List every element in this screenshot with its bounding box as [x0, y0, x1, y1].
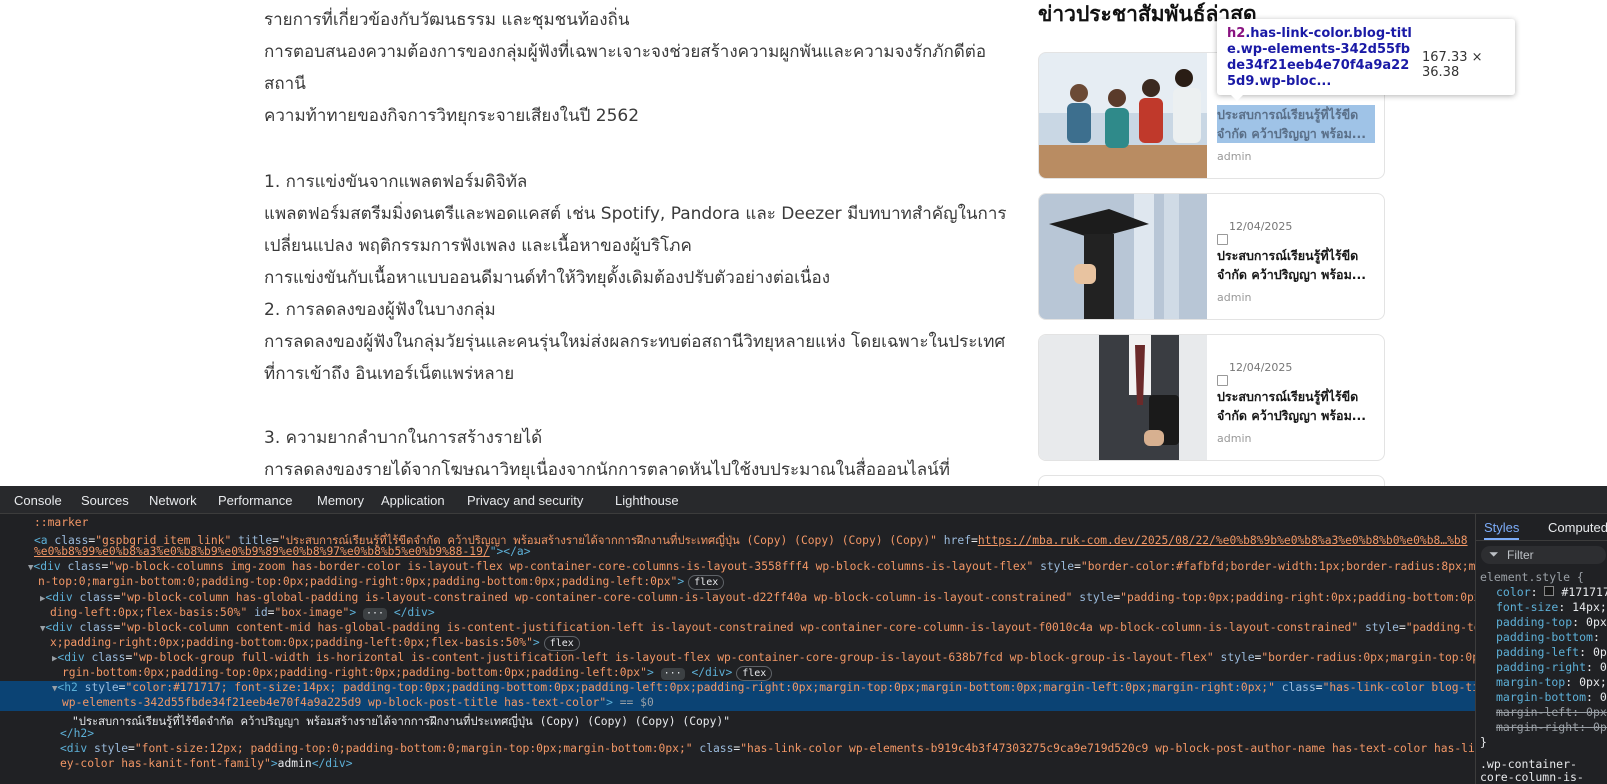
article-line: ความท้าทายของกิจการวิทยุกระจายเสียงในปี … [264, 106, 640, 126]
tree-row[interactable]: ▼<div class="wp-block-column content-mid… [40, 621, 1475, 634]
news-card[interactable] [1038, 475, 1385, 486]
style-prop[interactable]: margin-bottom: 0 [1496, 690, 1607, 704]
article-line: การลดลงของผู้ฟังในกลุ่มวัยรุ่นและคนรุ่นใ… [264, 332, 1006, 352]
style-next-selector: .wp-container-core-column-is-layout-f001… [1480, 757, 1598, 784]
article-line: ที่การเข้าถึง อินเทอร์เน็ตแพร่หลาย [264, 364, 515, 384]
news-card-author[interactable]: admin [1217, 150, 1251, 163]
tree-row[interactable]: ▼<div class="wp-block-columns img-zoom h… [28, 560, 1475, 573]
style-prop[interactable]: padding-top: 0px; [1496, 615, 1607, 629]
news-card-title[interactable]: ประสบการณ์เรียนรู้ที่ไร้ขีดจำกัด คว้าปริ… [1217, 105, 1375, 143]
news-card-title[interactable]: ประสบการณ์เรียนรู้ที่ไร้ขีดจำกัด คว้าปริ… [1217, 387, 1375, 425]
webpage-viewport: รายการที่เกี่ยวข้องกับวัฒนธรรม และชุมชนท… [0, 0, 1607, 486]
tree-row[interactable]: ey-color has-kanit-font-family">admin</d… [60, 757, 1475, 770]
style-prop[interactable]: color: #171717 [1496, 585, 1607, 599]
article-line: 2. การลดลงของผู้ฟังในบางกลุ่ม [264, 300, 496, 320]
thumbnail-graduation-image[interactable] [1039, 194, 1207, 319]
tab-console[interactable]: Console [14, 493, 62, 508]
tooltip-arrow [1230, 94, 1244, 101]
elements-tree[interactable]: ::marker <a class="gspbgrid_item_link" t… [0, 514, 1475, 784]
thumbnail-businessman-image[interactable] [1039, 335, 1207, 460]
devtools-tabbar: Console Sources Network Performance Memo… [0, 486, 1607, 514]
tab-styles[interactable]: Styles [1484, 520, 1520, 540]
styles-pane: Styles Computed ⏷ Filter element.style {… [1475, 514, 1607, 784]
style-selector: element.style { [1480, 570, 1584, 584]
style-prop[interactable]: padding-bottom: 0 [1496, 630, 1607, 644]
article-line: 3. ความยากลำบากในการสร้างรายได้ [264, 428, 543, 448]
tree-row[interactable]: %e0%b8%99%e0%b8%a3%e0%b8%b9%e0%b9%89%e0%… [34, 545, 1475, 558]
news-card-author[interactable]: admin [1217, 432, 1251, 445]
styles-filter-input[interactable]: ⏷ Filter [1481, 546, 1606, 564]
news-card[interactable]: 12/04/2025 ประสบการณ์เรียนรู้ที่ไร้ขีดจำ… [1038, 193, 1385, 320]
article-line: การแข่งขันกับเนื้อหาแบบออนดีมานด์ทำให้วิ… [264, 268, 831, 288]
tab-memory[interactable]: Memory [317, 493, 364, 508]
tree-row[interactable]: ::marker [34, 516, 1475, 529]
news-card-author[interactable]: admin [1217, 291, 1251, 304]
inspector-tooltip: h2.has-link-color.blog-title.wp-elements… [1217, 19, 1515, 95]
tree-row[interactable]: ▶<div class="wp-block-column has-global-… [40, 591, 1475, 604]
news-card-title[interactable]: ประสบการณ์เรียนรู้ที่ไร้ขีดจำกัด คว้าปริ… [1217, 246, 1375, 284]
tab-performance[interactable]: Performance [218, 493, 292, 508]
style-prop[interactable]: padding-left: 0px [1496, 645, 1607, 659]
article-line: การลดลงของรายได้จากโฆษณาวิทยุเนื่องจากนั… [264, 460, 950, 480]
style-prop-overridden[interactable]: margin-left: 0px; [1496, 705, 1607, 719]
tooltip-selector: .has-link-color.blog-title.wp-elements-3… [1227, 26, 1412, 89]
style-prop[interactable]: font-size: 14px; [1496, 600, 1607, 614]
filter-icon: ⏷ [1489, 547, 1499, 561]
devtools-panel: Console Sources Network Performance Memo… [0, 486, 1607, 784]
calendar-icon [1217, 234, 1228, 245]
news-card-date: 12/04/2025 [1229, 220, 1293, 233]
news-card-date: 12/04/2025 [1229, 361, 1293, 374]
tab-sources[interactable]: Sources [81, 493, 129, 508]
tab-computed[interactable]: Computed [1548, 520, 1607, 535]
tree-row[interactable]: </h2> [60, 727, 1475, 740]
style-prop[interactable]: margin-top: 0px; [1496, 675, 1607, 689]
article-line: แพลตฟอร์มสตรีมมิ่งดนตรีและพอดแคสต์ เช่น … [264, 204, 1007, 224]
tree-row[interactable]: n-top:0;margin-bottom:0;padding-top:0px;… [38, 575, 1475, 590]
style-prop[interactable]: padding-right: 0px [1496, 660, 1607, 674]
tooltip-tag: h2 [1227, 26, 1246, 41]
style-close-brace: } [1480, 735, 1487, 749]
tree-row[interactable]: ding-left:0px;flex-basis:50%" id="box-im… [50, 606, 1475, 620]
news-card[interactable]: 12/04/2025 ประสบการณ์เรียนรู้ที่ไร้ขีดจำ… [1038, 334, 1385, 461]
tab-application[interactable]: Application [381, 493, 445, 508]
tab-privacy-security[interactable]: Privacy and security [467, 493, 583, 508]
tree-row-selected[interactable]: ▼<h2 style="color:#171717; font-size:14p… [0, 681, 1475, 696]
tab-network[interactable]: Network [149, 493, 197, 508]
tree-row[interactable]: ▶<div class="wp-block-group full-width i… [52, 651, 1475, 664]
tree-row[interactable]: x;padding-right:0px;padding-bottom:0px;p… [50, 636, 1475, 651]
calendar-icon [1217, 375, 1228, 386]
article-line: 1. การแข่งขันจากแพลตฟอร์มดิจิทัล [264, 172, 528, 192]
article-line: การตอบสนองความต้องการของกลุ่มผู้ฟังที่เฉ… [264, 42, 987, 62]
tree-row[interactable]: <div style="font-size:12px; padding-top:… [60, 742, 1475, 755]
tree-row-selected[interactable]: wp-elements-342d55fbde34f21eeb4e70f4a9a2… [0, 696, 1475, 711]
style-prop-overridden[interactable]: margin-right: 0px [1496, 720, 1607, 734]
tab-lighthouse[interactable]: Lighthouse [615, 493, 679, 508]
thumbnail-students-image[interactable] [1039, 53, 1207, 178]
tree-row[interactable]: rgin-bottom:0px;padding-top:0px;padding-… [62, 666, 1475, 681]
article-line: รายการที่เกี่ยวข้องกับวัฒนธรรม และชุมชนท… [264, 10, 630, 30]
article-line: เปลี่ยนแปลง พฤติกรรมการฟังเพลง และเนื้อห… [264, 236, 692, 256]
article-line: สถานี [264, 74, 306, 94]
tooltip-size: 167.33 × 36.38 [1422, 50, 1483, 80]
